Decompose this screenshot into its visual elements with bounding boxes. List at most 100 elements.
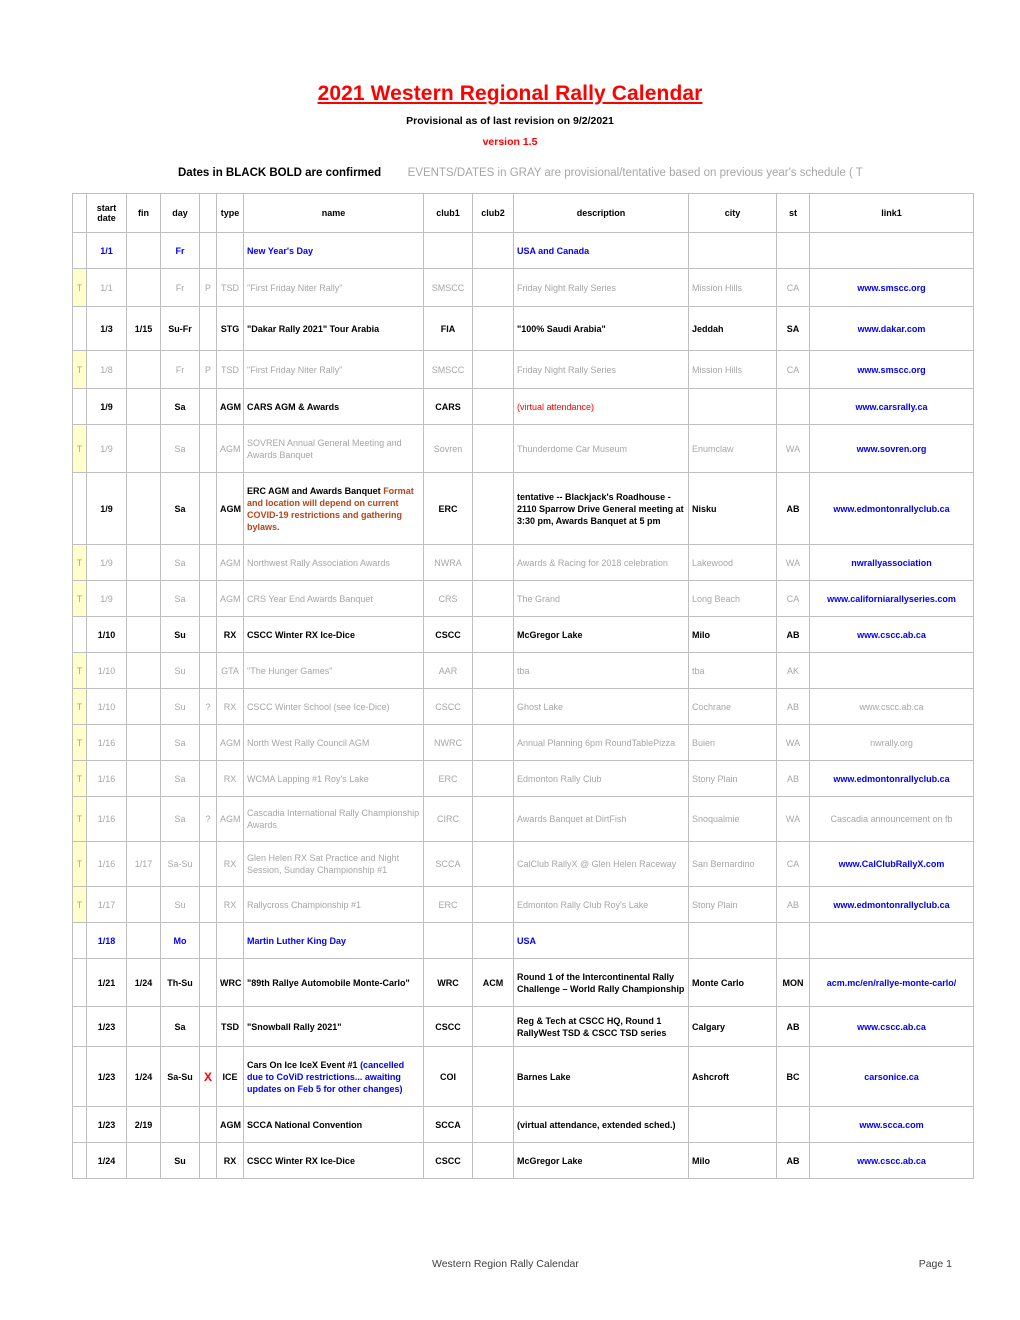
cell-club1: AAR <box>423 652 473 689</box>
row-tentative-flag: T <box>72 760 87 797</box>
cell-club1: COI <box>423 1046 473 1107</box>
cell-status-marker <box>199 1006 217 1047</box>
event-link[interactable]: www.californiarallyseries.com <box>827 594 956 604</box>
cell-state: BC <box>776 1046 810 1107</box>
cell-fin-date <box>126 796 161 842</box>
footer-page-number: Page 1 <box>918 1258 952 1270</box>
cell-city: Buien <box>688 724 777 761</box>
cell-status-marker <box>199 1142 217 1179</box>
row-tentative-flag <box>72 1046 87 1107</box>
cell-day: Sa <box>160 724 200 761</box>
cell-city: Long Beach <box>688 580 777 617</box>
header-fin: fin <box>126 193 161 233</box>
cell-day: Su <box>160 652 200 689</box>
cell-state: CA <box>776 580 810 617</box>
row-tentative-flag: T <box>72 268 87 307</box>
cell-status-marker <box>199 922 217 959</box>
row-tentative-flag: T <box>72 688 87 725</box>
event-link[interactable]: www.edmontonrallyclub.ca <box>833 504 949 514</box>
cell-start-date: 1/9 <box>86 472 127 545</box>
cell-state <box>776 388 810 425</box>
cell-link: www.edmontonrallyclub.ca <box>809 472 974 545</box>
cell-type: AGM <box>216 472 244 545</box>
cell-description: USA and Canada <box>513 232 689 269</box>
cell-fin-date <box>126 472 161 545</box>
event-link[interactable]: www.smscc.org <box>857 365 925 375</box>
row-tentative-flag <box>72 1006 87 1047</box>
cell-description: Friday Night Rally Series <box>513 350 689 389</box>
cell-fin-date <box>126 544 161 581</box>
cell-club1: CSCC <box>423 1142 473 1179</box>
footer-title: Western Region Rally Calendar <box>432 1258 579 1270</box>
cell-event-name: CSCC Winter School (see Ice-Dice) <box>243 688 424 725</box>
event-link[interactable]: www.edmontonrallyclub.ca <box>833 774 949 784</box>
cell-day: Sa <box>160 472 200 545</box>
cell-state: AB <box>776 886 810 923</box>
table-row: 1/10 Su RX CSCC Winter RX Ice-Dice CSCC McGre… <box>72 616 974 653</box>
event-link[interactable]: carsonice.ca <box>864 1072 919 1082</box>
header-club1: club1 <box>423 193 473 233</box>
cell-start-date: 1/23 <box>86 1106 127 1143</box>
cell-day <box>160 1106 200 1143</box>
header-description: description <box>513 193 689 233</box>
row-tentative-flag <box>72 472 87 545</box>
cell-description: Thunderdome Car Museum <box>513 424 689 473</box>
cell-club2 <box>472 886 514 923</box>
cell-day: Su <box>160 616 200 653</box>
cell-type: TSD <box>216 268 244 307</box>
event-link[interactable]: www.cscc.ab.ca <box>857 1022 926 1032</box>
event-link[interactable]: Cascadia announcement on fb <box>830 814 952 824</box>
cell-city: Ashcroft <box>688 1046 777 1107</box>
cell-city <box>688 388 777 425</box>
cell-club2 <box>472 724 514 761</box>
cell-state <box>776 922 810 959</box>
cell-status-marker <box>199 424 217 473</box>
event-link[interactable]: www.cscc.ab.ca <box>857 630 926 640</box>
cell-club1: ERC <box>423 886 473 923</box>
cell-city: tba <box>688 652 777 689</box>
row-tentative-flag <box>72 1142 87 1179</box>
cell-club1: SMSCC <box>423 350 473 389</box>
cell-link: carsonice.ca <box>809 1046 974 1107</box>
cell-type: AGM <box>216 424 244 473</box>
event-link[interactable]: www.CalClubRallyX.com <box>839 859 945 869</box>
header-type: type <box>216 193 244 233</box>
cell-start-date: 1/16 <box>86 796 127 842</box>
cell-status-marker: P <box>199 350 217 389</box>
cell-fin-date <box>126 580 161 617</box>
event-link[interactable]: nwrallyassociation <box>851 558 932 568</box>
cell-city: Lakewood <box>688 544 777 581</box>
cell-start-date: 1/9 <box>86 424 127 473</box>
cell-state: AB <box>776 472 810 545</box>
event-link[interactable]: www.cscc.ab.ca <box>859 702 923 712</box>
event-link[interactable]: www.cscc.ab.ca <box>857 1156 926 1166</box>
cell-club1: ERC <box>423 760 473 797</box>
event-link[interactable]: www.carsrally.ca <box>855 402 927 412</box>
header-name: name <box>243 193 424 233</box>
cell-state: CA <box>776 841 810 887</box>
cell-city: Calgary <box>688 1006 777 1047</box>
event-link[interactable]: acm.mc/en/rallye-monte-carlo/ <box>827 978 957 988</box>
event-link[interactable]: www.edmontonrallyclub.ca <box>833 900 949 910</box>
cell-city: Stony Plain <box>688 886 777 923</box>
cell-event-name: CSCC Winter RX Ice-Dice <box>243 616 424 653</box>
cell-type: STG <box>216 306 244 351</box>
event-link[interactable]: nwrally.org <box>870 738 913 748</box>
cell-city: Snoqualmie <box>688 796 777 842</box>
table-row: T 1/17 Su RX Rallycross Championship #1 ERC Ed… <box>72 886 974 923</box>
row-tentative-flag: T <box>72 544 87 581</box>
cell-club1: SCCA <box>423 841 473 887</box>
cell-event-name: CARS AGM & Awards <box>243 388 424 425</box>
cell-link: www.dakar.com <box>809 306 974 351</box>
cell-description: Reg & Tech at CSCC HQ, Round 1 RallyWest… <box>513 1006 689 1047</box>
event-link[interactable]: www.smscc.org <box>857 283 925 293</box>
cell-type: ICE <box>216 1046 244 1107</box>
cell-start-date: 1/9 <box>86 580 127 617</box>
cell-start-date: 1/3 <box>86 306 127 351</box>
cell-club2 <box>472 580 514 617</box>
cell-start-date: 1/1 <box>86 268 127 307</box>
cell-event-name: Rallycross Championship #1 <box>243 886 424 923</box>
event-link[interactable]: www.sovren.org <box>857 444 927 454</box>
event-link[interactable]: www.dakar.com <box>858 324 926 334</box>
event-link[interactable]: www.scca.com <box>859 1120 923 1130</box>
